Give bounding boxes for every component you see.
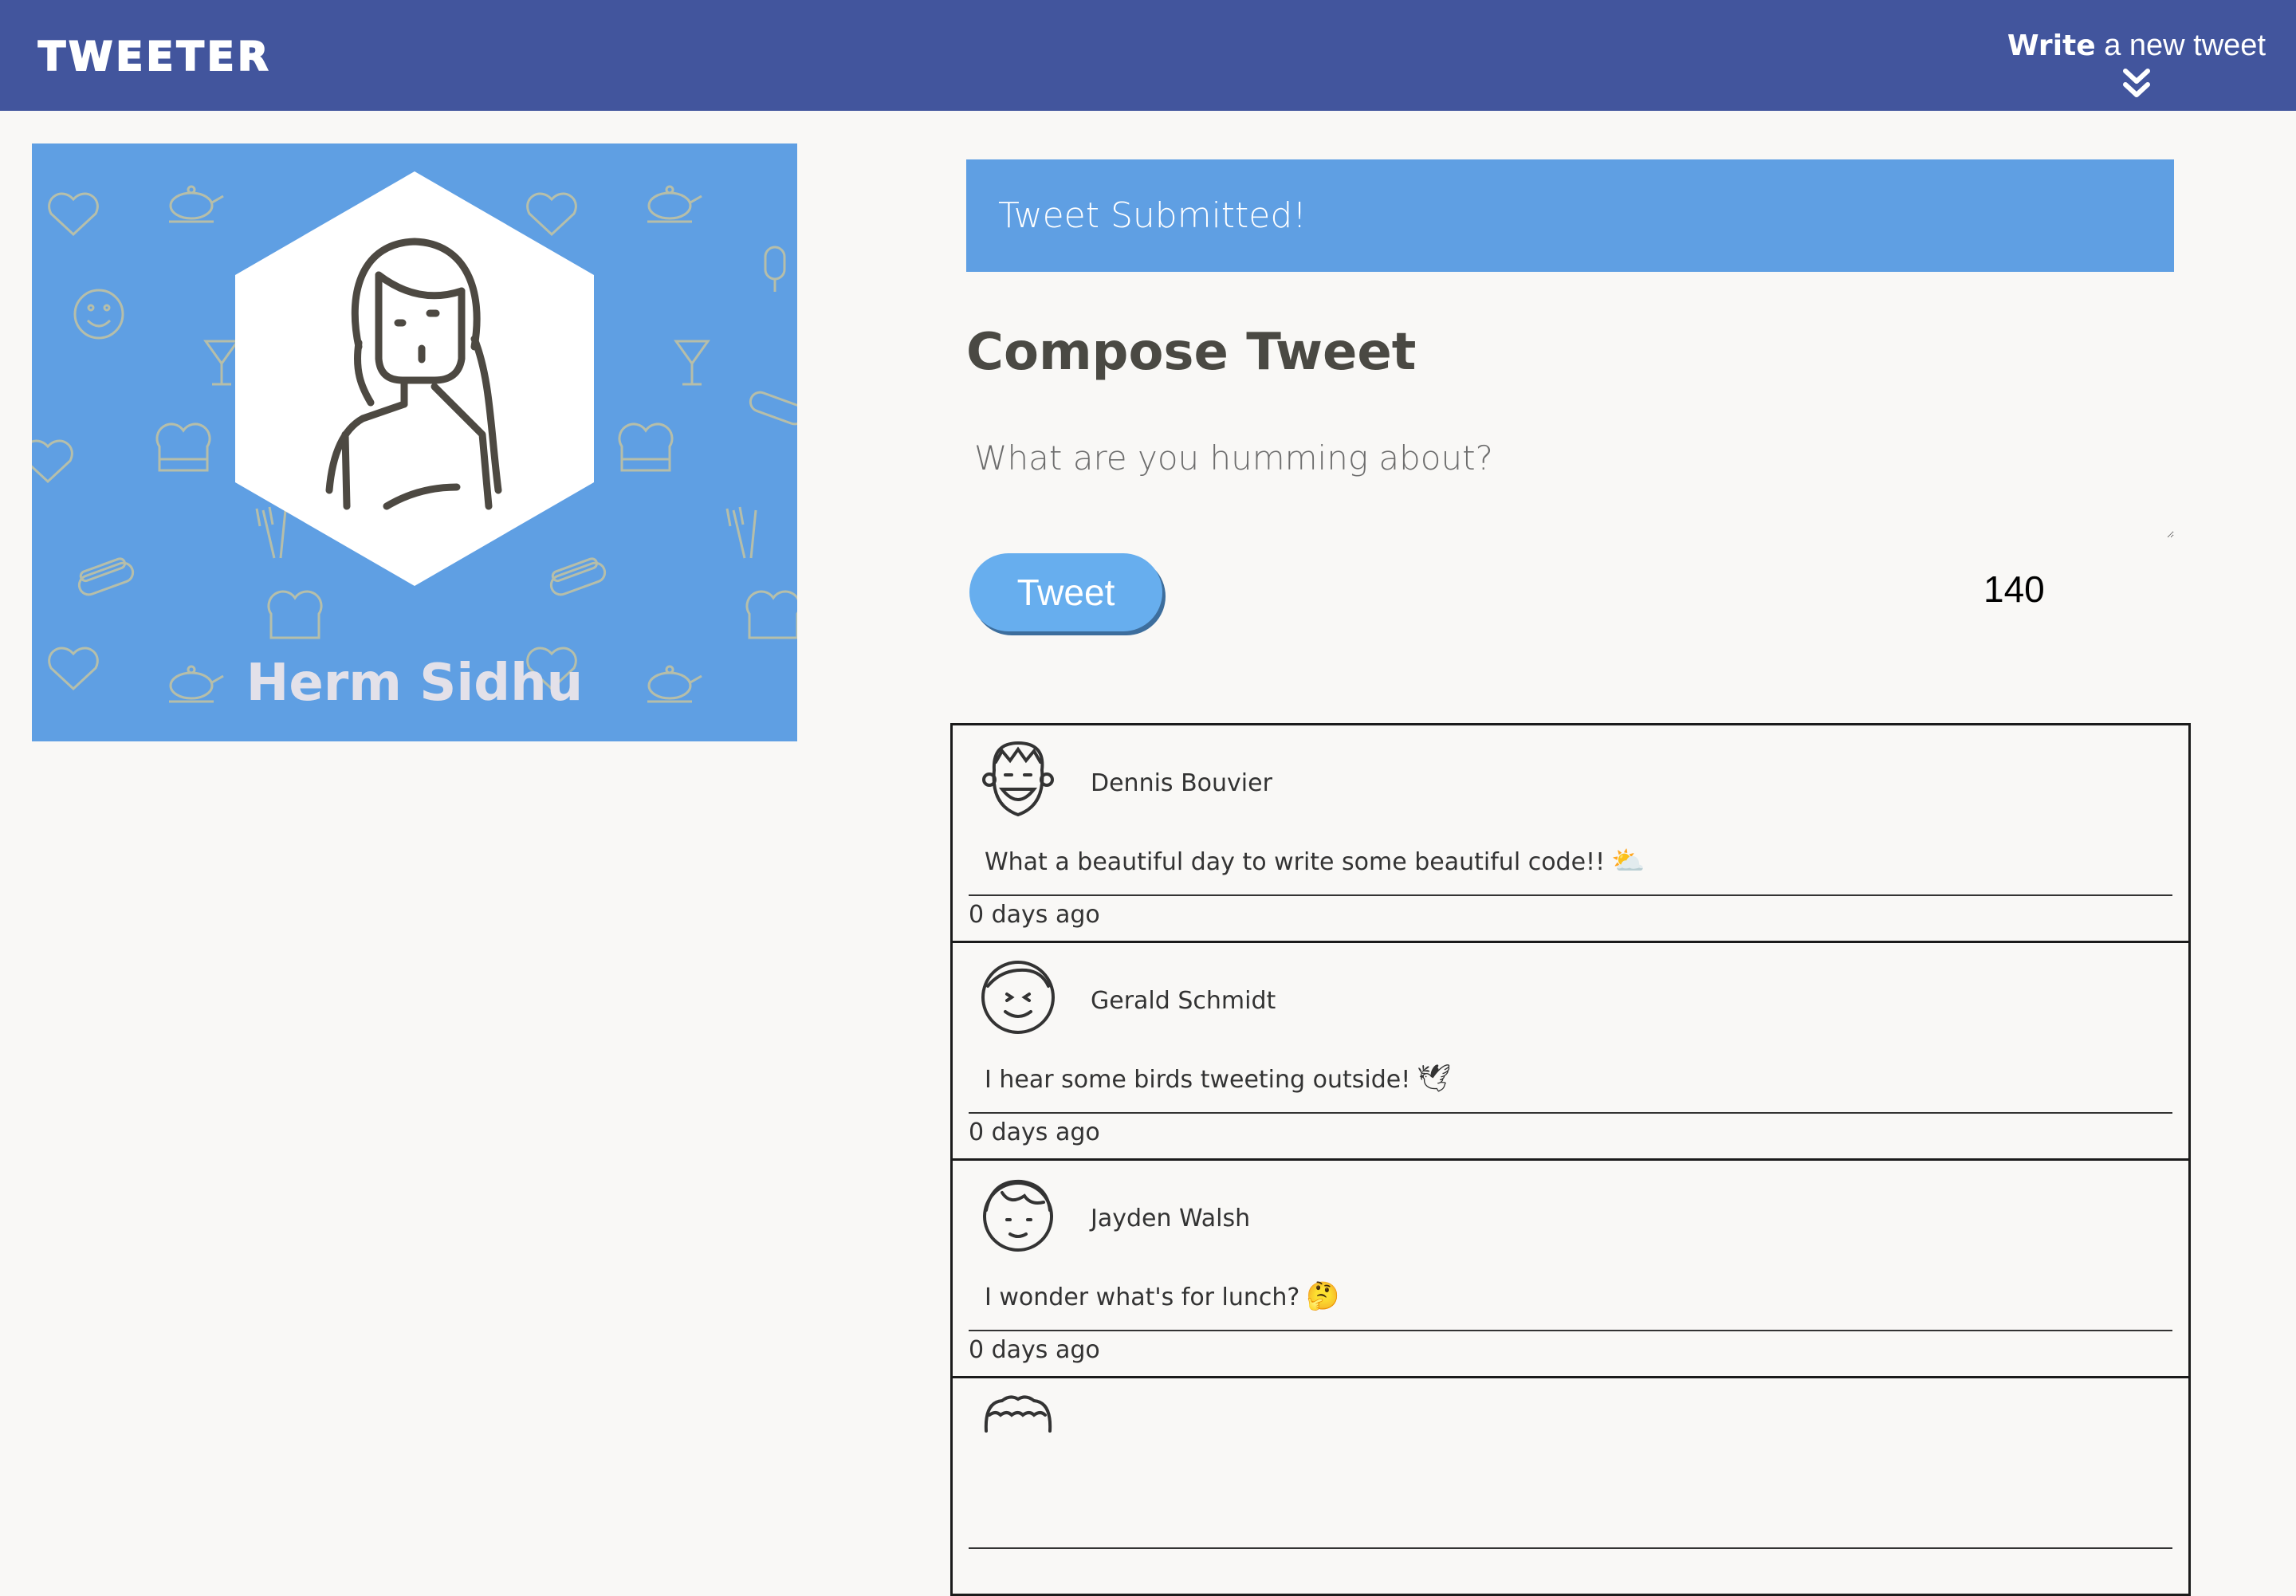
tweet-card: Jayden Walsh I wonder what's for lunch? 🤔…: [950, 1158, 2191, 1378]
brand-logo[interactable]: TWEETER: [37, 33, 271, 81]
tweet-content: [985, 1498, 991, 1530]
char-counter: 140: [1983, 568, 2045, 610]
tweet-author: Dennis Bouvier: [1091, 769, 1272, 797]
tweet-card: [950, 1376, 2191, 1596]
tweet-divider: [969, 1112, 2172, 1114]
tweet-text: I wonder what's for lunch?: [985, 1283, 1300, 1311]
write-new-tweet-label[interactable]: Write a new tweet: [2007, 29, 2266, 63]
profile-card: Herm Sidhu: [32, 143, 797, 741]
tweet-timestamp: 0 days ago: [969, 1118, 1100, 1146]
profile-name: Herm Sidhu: [246, 654, 584, 713]
user-avatar-icon: [981, 961, 1055, 1034]
tweet-divider: [969, 1547, 2172, 1549]
tweet-content: I hear some birds tweeting outside! 🕊: [985, 1063, 1451, 1095]
user-avatar-icon: [983, 1179, 1053, 1252]
tweet-divider: [969, 894, 2172, 896]
profile-avatar-icon[interactable]: [235, 171, 594, 586]
tweet-card: Gerald Schmidt I hear some birds tweetin…: [950, 941, 2191, 1161]
user-avatar-icon: [984, 1395, 1052, 1433]
tweet-textarea[interactable]: [966, 430, 2174, 538]
tweet-content: What a beautiful day to write some beaut…: [985, 845, 1645, 877]
write-label-rest: a new tweet: [2095, 29, 2266, 62]
compose-title: Compose Tweet: [966, 323, 1417, 382]
tweet-timestamp: 0 days ago: [969, 1336, 1100, 1364]
tweet-emoji: ⛅: [1611, 845, 1645, 877]
chevron-double-down-icon[interactable]: [2122, 68, 2151, 100]
tweet-text: I hear some birds tweeting outside!: [985, 1066, 1411, 1094]
tweet-emoji: 🕊: [1417, 1063, 1452, 1095]
top-nav: TWEETER Write a new tweet: [0, 0, 2296, 111]
tweet-list: Dennis Bouvier What a beautiful day to w…: [950, 723, 2191, 1596]
tweet-emoji: 🤔: [1306, 1280, 1340, 1312]
tweet-timestamp: 0 days ago: [969, 901, 1100, 929]
tweet-author: Gerald Schmidt: [1091, 987, 1276, 1015]
tweet-button[interactable]: Tweet: [969, 553, 1162, 631]
tweet-card: Dennis Bouvier What a beautiful day to w…: [950, 723, 2191, 943]
write-new-tweet-toggle[interactable]: Write a new tweet: [2007, 29, 2266, 100]
tweet-content: I wonder what's for lunch? 🤔: [985, 1280, 1340, 1312]
flash-message: Tweet Submitted!: [966, 159, 2174, 272]
tweet-text: What a beautiful day to write some beaut…: [985, 848, 1606, 876]
tweet-author: Jayden Walsh: [1091, 1205, 1251, 1232]
user-avatar-icon: [982, 741, 1054, 817]
write-label-bold: Write: [2007, 29, 2096, 62]
tweet-divider: [969, 1330, 2172, 1331]
